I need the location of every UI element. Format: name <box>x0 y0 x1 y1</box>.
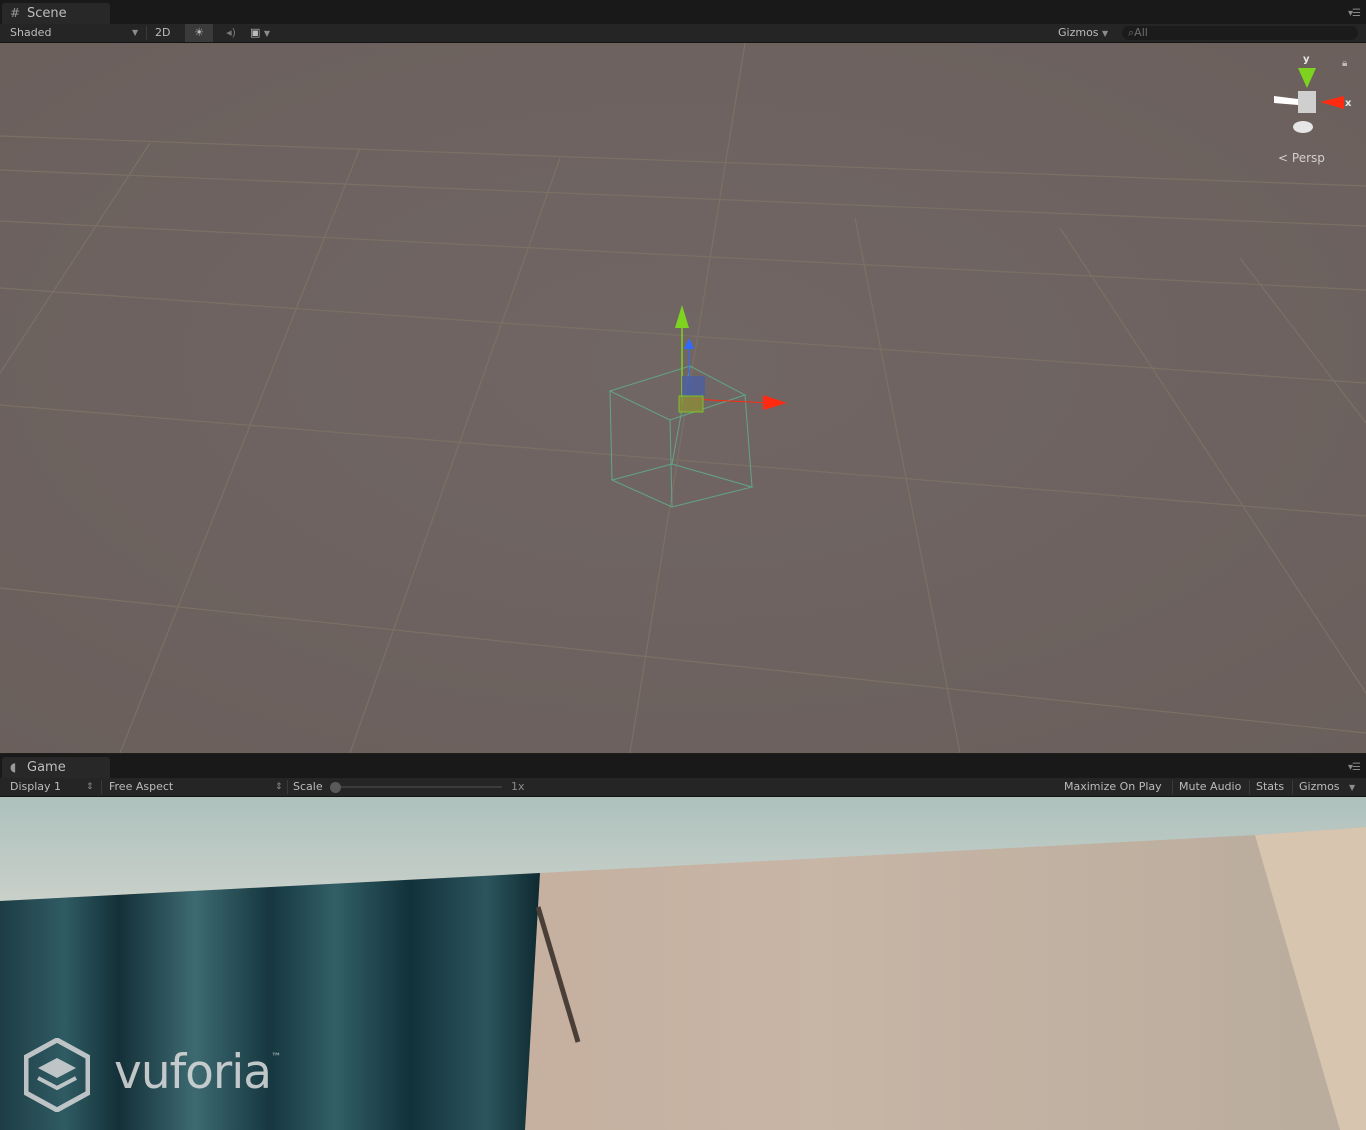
divider <box>287 780 288 794</box>
scene-toolbar: Shaded ▼ 2D ☀ ◂) ▣ ▼ Gizmos ▼ ⌕All <box>0 24 1366 43</box>
chevron-down-icon: ▼ <box>263 29 271 38</box>
panel-menu-icon[interactable]: ▾☰ <box>1348 762 1361 773</box>
pacman-icon: ◖ <box>10 760 17 774</box>
maximize-on-play-toggle[interactable]: Maximize On Play <box>1064 778 1162 796</box>
effects-dropdown[interactable]: ▣ ▼ <box>250 24 286 42</box>
updown-icon: ⇕ <box>86 782 94 792</box>
scene-tab[interactable]: # Scene <box>2 3 110 24</box>
gizmos-label: Gizmos <box>1299 780 1340 793</box>
scene-tab-bar: # Scene ▾☰ <box>0 0 1366 24</box>
gizmos-label: Gizmos <box>1058 26 1099 39</box>
chevron-down-icon: ▼ <box>1349 783 1356 792</box>
persp-chevron-icon: < <box>1278 151 1288 165</box>
gizmo-y-label: y <box>1303 54 1310 65</box>
sun-icon: ☀ <box>194 26 204 39</box>
audio-toggle-button[interactable]: ◂) <box>220 24 242 42</box>
projection-toggle[interactable]: < Persp <box>1278 151 1325 165</box>
vuforia-watermark: vuforia™ <box>114 1045 281 1100</box>
chevron-down-icon: ▼ <box>1102 29 1109 38</box>
game-tab-bar: ◖ Game ▾☰ <box>0 754 1366 778</box>
display-dropdown[interactable]: Display 1 ⇕ <box>10 778 96 796</box>
panel-menu-icon[interactable]: ▾☰ <box>1348 8 1361 19</box>
shading-mode-dropdown[interactable]: Shaded ▼ <box>10 24 140 42</box>
gizmo-center-cube[interactable] <box>1298 91 1316 113</box>
image-icon: ▣ <box>250 26 261 39</box>
hierarchy-search-input[interactable]: ⌕All <box>1122 26 1358 40</box>
xz-plane-handle[interactable] <box>678 395 704 413</box>
projection-label: Persp <box>1292 151 1325 165</box>
mute-audio-toggle[interactable]: Mute Audio <box>1179 778 1241 796</box>
divider <box>146 26 147 40</box>
game-toolbar: Display 1 ⇕ Free Aspect ⇕ Scale 1x Maxim… <box>0 778 1366 797</box>
gizmo-neg-y-cone-icon[interactable] <box>1293 121 1313 133</box>
display-label: Display 1 <box>10 780 62 793</box>
scale-label: Scale <box>293 780 323 793</box>
lighting-toggle-button[interactable]: ☀ <box>185 24 213 42</box>
divider <box>1172 780 1173 794</box>
aspect-dropdown[interactable]: Free Aspect ⇕ <box>109 778 285 796</box>
updown-icon: ⇕ <box>275 782 283 792</box>
chevron-down-icon: ▼ <box>132 28 139 37</box>
divider <box>1292 780 1293 794</box>
slider-track <box>336 786 502 788</box>
2d-toggle-button[interactable]: 2D <box>155 24 175 42</box>
aspect-label: Free Aspect <box>109 780 174 793</box>
scene-gizmos-dropdown[interactable]: Gizmos ▼ <box>1058 24 1108 42</box>
slider-thumb[interactable] <box>330 782 341 793</box>
game-gizmos-toggle[interactable]: Gizmos ▼ <box>1299 778 1355 796</box>
scene-viewport[interactable]: y x 🔒︎ < Persp <box>0 43 1366 753</box>
divider <box>101 780 102 794</box>
scene-canvas: y x 🔒︎ < Persp <box>0 43 1366 753</box>
shading-mode-label: Shaded <box>10 26 52 39</box>
trademark-mark: ™ <box>271 1052 281 1063</box>
scale-slider[interactable] <box>330 778 505 796</box>
search-placeholder: All <box>1134 26 1148 39</box>
vuforia-logo-icon <box>24 1038 90 1112</box>
vuforia-wordmark: vuforia <box>114 1045 272 1100</box>
gizmo-x-label: x <box>1345 98 1352 109</box>
divider <box>1249 780 1250 794</box>
scene-tab-label: Scene <box>27 6 67 21</box>
grid-icon: # <box>10 6 21 20</box>
game-tab-label: Game <box>27 760 66 775</box>
speaker-icon: ◂) <box>226 26 236 39</box>
scale-value: 1x <box>511 780 525 793</box>
game-tab[interactable]: ◖ Game <box>2 757 110 778</box>
xy-plane-handle[interactable] <box>682 376 705 396</box>
lock-icon[interactable]: 🔒︎ <box>1342 58 1347 69</box>
stats-toggle[interactable]: Stats <box>1256 778 1284 796</box>
